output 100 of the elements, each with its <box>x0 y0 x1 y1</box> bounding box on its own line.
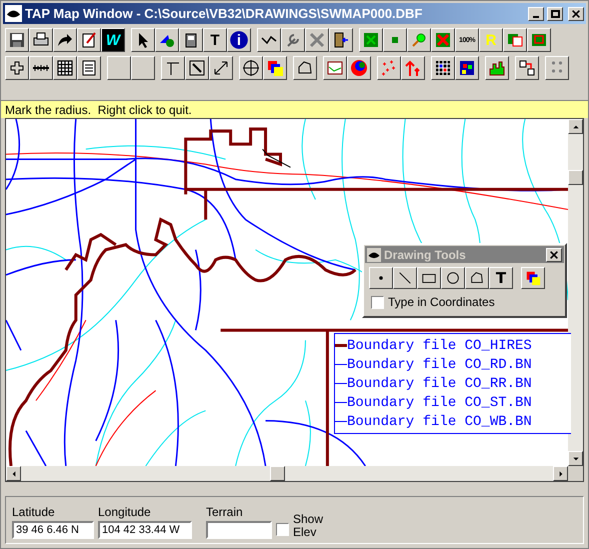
legend-text: Boundary file CO_HIRES <box>347 338 532 354</box>
polygon-icon <box>469 270 485 286</box>
line-icon <box>397 270 413 286</box>
checkbox[interactable] <box>371 296 384 308</box>
move-icon <box>242 59 260 77</box>
toolbar-button[interactable] <box>329 28 353 52</box>
toolbar-button[interactable] <box>5 28 29 52</box>
up-arrows-icon <box>404 59 422 77</box>
matrix-icon <box>434 59 452 77</box>
minimize-icon <box>533 16 539 18</box>
toolbar-button[interactable] <box>29 56 53 80</box>
toolbar-button[interactable] <box>401 56 425 80</box>
toolbar-button[interactable] <box>347 56 371 80</box>
toolbar-button[interactable] <box>131 28 155 52</box>
toolbar-button[interactable] <box>527 28 551 52</box>
toolbar-button[interactable] <box>281 28 305 52</box>
delete-icon <box>308 31 326 49</box>
zoom-extent-icon <box>362 31 380 49</box>
toolbar-button[interactable] <box>455 56 479 80</box>
toolbar-button[interactable] <box>257 28 281 52</box>
checkbox-label: Type in Coordinates <box>388 295 495 309</box>
toolbar-button[interactable] <box>545 56 569 80</box>
toolbar-button[interactable] <box>107 56 131 80</box>
palette-title: Drawing Tools <box>384 248 467 262</box>
checkbox-label: Show Elev <box>293 513 324 539</box>
zoom-in-icon <box>506 31 524 49</box>
vertical-scrollbar[interactable] <box>568 119 583 466</box>
legend-text: Boundary file CO_RD.BN <box>347 356 532 372</box>
toolbar-button[interactable] <box>323 56 347 80</box>
toolbar-button[interactable]: W <box>101 28 125 52</box>
color-layers-icon <box>525 270 541 286</box>
toolbar-button[interactable] <box>239 56 263 80</box>
close-button[interactable] <box>568 6 584 20</box>
toolbar-button[interactable] <box>209 56 233 80</box>
toolbar-button[interactable] <box>161 56 185 80</box>
toolbar-button[interactable] <box>377 56 401 80</box>
toolbar-button[interactable] <box>503 28 527 52</box>
zoom-cancel-icon <box>434 31 452 49</box>
toolbar-button[interactable] <box>77 28 101 52</box>
toolbar-button[interactable] <box>263 56 287 80</box>
status-text: Mark the radius. Right click to quit. <box>5 102 192 116</box>
toolbar-button[interactable] <box>53 56 77 80</box>
magnifier-icon <box>410 31 428 49</box>
toolbar-button[interactable] <box>53 28 77 52</box>
longitude-field[interactable]: 104 42 33.44 W <box>98 521 192 539</box>
tool-button[interactable] <box>393 267 417 289</box>
toolbar-button[interactable] <box>5 56 29 80</box>
toolbar-button[interactable] <box>155 28 179 52</box>
circle-icon <box>445 270 461 286</box>
toolbar-button[interactable] <box>431 56 455 80</box>
tool-button[interactable] <box>417 267 441 289</box>
minimize-button[interactable] <box>528 6 544 20</box>
save-icon <box>8 31 26 49</box>
horizontal-scrollbar[interactable] <box>6 466 568 481</box>
app-logo-icon <box>5 5 22 22</box>
toolbar-button[interactable] <box>515 56 539 80</box>
grid-icon <box>56 59 74 77</box>
toolbar-button[interactable] <box>431 28 455 52</box>
legend-text: Boundary file CO_WB.BN <box>347 414 532 430</box>
line-chart-icon <box>326 59 344 77</box>
toolbar-button[interactable] <box>185 56 209 80</box>
scroll-thumb[interactable] <box>270 466 284 481</box>
toolbar-button[interactable]: i <box>227 28 251 52</box>
scrollbar-corner <box>568 466 583 481</box>
scroll-thumb[interactable] <box>568 170 583 185</box>
window-title: TAP Map Window - C:\Source\VB32\DRAWINGS\SWMAP000.DBF <box>25 6 424 21</box>
tool-button[interactable] <box>521 267 545 289</box>
tool-button[interactable] <box>369 267 393 289</box>
tool-button[interactable] <box>441 267 465 289</box>
toolbar-button[interactable] <box>305 28 329 52</box>
close-icon <box>570 8 582 20</box>
toolbar-button[interactable] <box>29 28 53 52</box>
scatter-icon <box>380 59 398 77</box>
toolbar-button[interactable] <box>407 28 431 52</box>
zoom-out-icon <box>530 31 548 49</box>
toolbar-button[interactable] <box>179 28 203 52</box>
close-button[interactable] <box>546 248 562 262</box>
app-logo-icon <box>367 248 381 262</box>
toolbar-button[interactable] <box>383 28 407 52</box>
color-matrix-icon <box>458 59 476 77</box>
toolbar-button[interactable] <box>293 56 317 80</box>
maximize-button[interactable] <box>547 6 563 20</box>
toolbar-button[interactable] <box>359 28 383 52</box>
toolbar-button[interactable] <box>485 56 509 80</box>
terrain-field[interactable] <box>206 521 272 539</box>
close-icon <box>548 248 560 260</box>
checkbox[interactable] <box>276 523 289 536</box>
legend-text: Boundary file CO_ST.BN <box>347 394 532 410</box>
resize-arrow-icon <box>212 59 230 77</box>
toolbar-button[interactable]: T <box>203 28 227 52</box>
toolbar-button[interactable] <box>77 56 101 80</box>
legend-text: Boundary file CO_RR.BN <box>347 376 532 392</box>
pie-icon <box>350 59 368 77</box>
latitude-field[interactable]: 39 46 6.46 N <box>12 521 94 539</box>
field-label: Terrain <box>206 505 244 519</box>
tool-button[interactable] <box>465 267 489 289</box>
toolbar-button[interactable] <box>131 56 155 80</box>
tool-button[interactable]: T <box>489 267 513 289</box>
plus-icon <box>8 59 26 77</box>
field-label: Latitude <box>12 505 56 519</box>
